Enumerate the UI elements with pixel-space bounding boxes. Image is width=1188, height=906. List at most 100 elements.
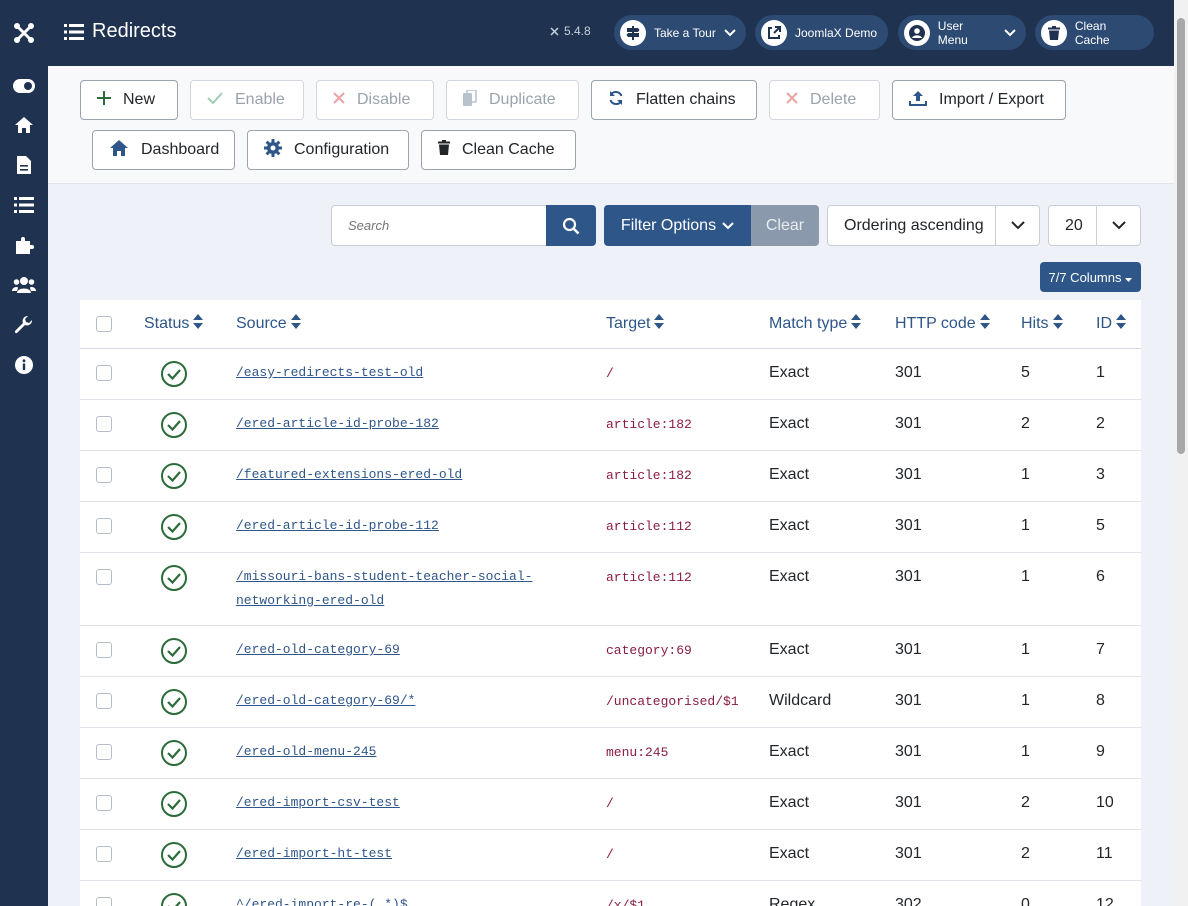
chevron-down-icon xyxy=(995,206,1039,245)
content-icon[interactable] xyxy=(0,145,48,185)
list-limit-value: 20 xyxy=(1065,216,1083,234)
configuration-button[interactable]: Configuration xyxy=(247,130,409,170)
id-value: 9 xyxy=(1096,743,1105,760)
joomla-logo-icon[interactable] xyxy=(0,0,48,66)
published-status-icon[interactable] xyxy=(160,790,188,818)
target-value: menu:245 xyxy=(606,745,669,760)
published-status-icon[interactable] xyxy=(160,462,188,490)
source-link[interactable]: /ered-old-menu-245 xyxy=(236,740,566,764)
row-checkbox[interactable] xyxy=(96,467,112,483)
published-status-icon[interactable] xyxy=(160,739,188,767)
toggle-menu-icon[interactable] xyxy=(0,66,48,106)
source-link[interactable]: /ered-import-csv-test xyxy=(236,791,566,815)
info-icon[interactable] xyxy=(0,345,48,385)
new-button[interactable]: New xyxy=(80,80,178,120)
sort-status[interactable]: Status xyxy=(144,314,204,334)
redirects-table: Status Source Target Match type HTTP cod… xyxy=(80,300,1141,906)
row-checkbox[interactable] xyxy=(96,846,112,862)
published-status-icon[interactable] xyxy=(160,564,188,592)
clean-cache-button[interactable]: Clean Cache xyxy=(421,130,576,170)
sort-http-code[interactable]: HTTP code xyxy=(895,314,990,334)
table-row: /ered-article-id-probe-112 article:112 Exa… xyxy=(80,502,1141,553)
list-limit-select[interactable]: 20 xyxy=(1048,205,1141,246)
sidebar xyxy=(0,0,48,906)
published-status-icon[interactable] xyxy=(160,411,188,439)
table-row: /featured-extensions-ered-old article:182… xyxy=(80,451,1141,502)
target-value: /uncategorised/$1 xyxy=(606,694,739,709)
clean-cache-header-button[interactable]: Clean Cache xyxy=(1035,15,1154,50)
sort-id[interactable]: ID xyxy=(1096,314,1126,334)
demo-site-button[interactable]: JoomlaX Demo xyxy=(755,15,888,50)
published-status-icon[interactable] xyxy=(160,360,188,388)
select-all-checkbox[interactable] xyxy=(96,316,112,332)
sort-icon xyxy=(851,314,862,334)
menus-icon[interactable] xyxy=(0,185,48,225)
row-checkbox[interactable] xyxy=(96,642,112,658)
columns-toggle-button[interactable]: 7/7 Columns xyxy=(1040,262,1141,292)
match-type-value: Exact xyxy=(769,415,810,432)
http-code-value: 301 xyxy=(895,845,922,862)
filter-options-button[interactable]: Filter Options xyxy=(604,205,751,246)
source-link[interactable]: /ered-old-category-69/* xyxy=(236,689,566,713)
published-status-icon[interactable] xyxy=(160,513,188,541)
flatten-chains-button[interactable]: Flatten chains xyxy=(591,80,757,120)
take-tour-button[interactable]: Take a Tour xyxy=(614,15,746,50)
ordering-select[interactable]: Ordering ascending xyxy=(827,205,1040,246)
target-value: article:182 xyxy=(606,417,692,432)
sort-target[interactable]: Target xyxy=(606,314,665,334)
import-export-button[interactable]: Import / Export xyxy=(892,80,1066,120)
row-checkbox[interactable] xyxy=(96,365,112,381)
dashboard-button[interactable]: Dashboard xyxy=(92,130,235,170)
system-wrench-icon[interactable] xyxy=(0,305,48,345)
plus-icon xyxy=(97,90,111,110)
source-link[interactable]: ^/ered-import-re-(.*)$ xyxy=(236,893,566,906)
components-icon[interactable] xyxy=(0,225,48,265)
home-icon[interactable] xyxy=(0,105,48,145)
source-link[interactable]: /ered-old-category-69 xyxy=(236,638,566,662)
version-label: 5.4.8 xyxy=(549,24,591,38)
page-scrollbar[interactable] xyxy=(1174,0,1188,906)
row-checkbox[interactable] xyxy=(96,518,112,534)
target-value: article:112 xyxy=(606,570,692,585)
user-menu-button[interactable]: User Menu xyxy=(898,15,1026,50)
id-value: 1 xyxy=(1096,364,1105,381)
published-status-icon[interactable] xyxy=(160,892,188,906)
source-link[interactable]: /ered-article-id-probe-182 xyxy=(236,412,566,436)
target-header: Target xyxy=(606,315,651,332)
row-checkbox[interactable] xyxy=(96,795,112,811)
source-link[interactable]: /featured-extensions-ered-old xyxy=(236,463,566,487)
target-value: / xyxy=(606,796,614,811)
sort-hits[interactable]: Hits xyxy=(1021,314,1063,334)
clear-button[interactable]: Clear xyxy=(751,205,819,246)
scrollbar-thumb[interactable] xyxy=(1177,18,1185,454)
duplicate-button[interactable]: Duplicate xyxy=(446,80,579,120)
published-status-icon[interactable] xyxy=(160,841,188,869)
http-code-value: 301 xyxy=(895,568,922,585)
row-checkbox[interactable] xyxy=(96,693,112,709)
users-icon[interactable] xyxy=(0,265,48,305)
row-checkbox[interactable] xyxy=(96,744,112,760)
delete-button[interactable]: Delete xyxy=(769,80,880,120)
enable-button[interactable]: Enable xyxy=(190,80,304,120)
source-link[interactable]: /ered-import-ht-test xyxy=(236,842,566,866)
row-checkbox[interactable] xyxy=(96,569,112,585)
source-link[interactable]: /missouri-bans-student-teacher-social-ne… xyxy=(236,565,566,613)
take-tour-label: Take a Tour xyxy=(654,25,716,40)
hits-value: 1 xyxy=(1021,692,1030,709)
source-link[interactable]: /easy-redirects-test-old xyxy=(236,361,566,385)
sort-match-type[interactable]: Match type xyxy=(769,314,862,334)
search-input[interactable] xyxy=(331,205,547,246)
sort-source[interactable]: Source xyxy=(236,314,301,334)
published-status-icon[interactable] xyxy=(160,688,188,716)
match-type-value: Wildcard xyxy=(769,692,832,709)
search-button[interactable] xyxy=(546,205,596,246)
new-label: New xyxy=(123,91,156,108)
disable-button[interactable]: Disable xyxy=(316,80,434,120)
check-icon xyxy=(207,91,223,109)
upload-icon xyxy=(909,90,927,111)
row-checkbox[interactable] xyxy=(96,897,112,906)
caret-down-icon xyxy=(1125,270,1133,285)
published-status-icon[interactable] xyxy=(160,637,188,665)
source-link[interactable]: /ered-article-id-probe-112 xyxy=(236,514,566,538)
row-checkbox[interactable] xyxy=(96,416,112,432)
